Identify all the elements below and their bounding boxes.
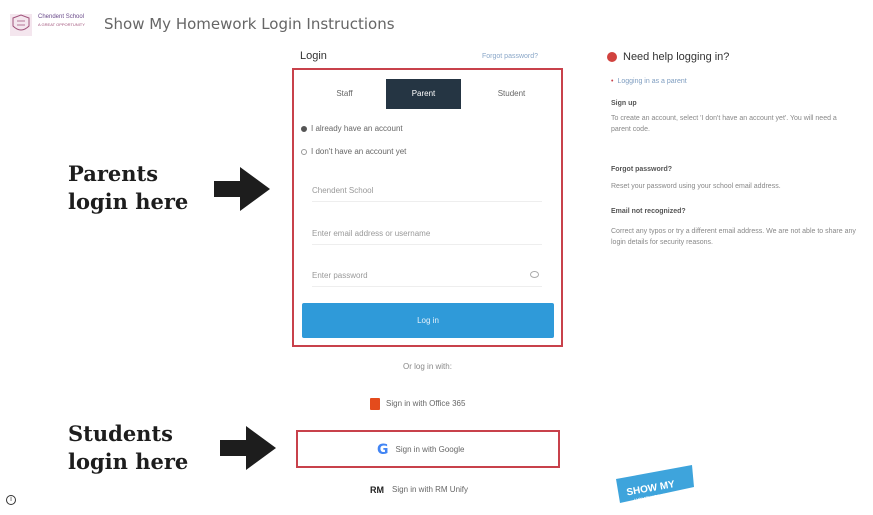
tab-staff[interactable]: Staff bbox=[307, 79, 382, 109]
forgot-password-link[interactable]: Forgot password? bbox=[482, 53, 538, 60]
help-title: Need help logging in? bbox=[607, 51, 729, 63]
help-forgot-text: Reset your password using your school em… bbox=[611, 183, 781, 190]
office365-icon bbox=[370, 398, 380, 410]
radio-no-account-label: I don't have an account yet bbox=[311, 147, 407, 156]
radio-selected-icon bbox=[301, 125, 307, 132]
tab-student[interactable]: Student bbox=[474, 79, 549, 109]
help-signup-text: To create an account, select 'I don't ha… bbox=[611, 115, 837, 133]
school-crest-icon bbox=[10, 14, 32, 36]
radio-unselected-icon bbox=[301, 148, 307, 155]
login-button[interactable]: Log in bbox=[302, 303, 554, 338]
google-signin-button[interactable]: G Sign in with Google bbox=[377, 442, 464, 458]
office365-signin-button[interactable]: Sign in with Office 365 bbox=[370, 398, 465, 410]
parents-annotation: Parents login here bbox=[68, 161, 189, 214]
school-tagline: A GREAT OPPORTUNITY bbox=[38, 22, 85, 27]
google-label: Sign in with Google bbox=[395, 445, 465, 455]
radio-have-account-label: I already have an account bbox=[311, 124, 403, 133]
help-forgot-heading: Forgot password? bbox=[611, 166, 673, 173]
students-annotation: Students login here bbox=[68, 421, 189, 474]
help-email-text: Correct any typos or try a different ema… bbox=[611, 228, 856, 246]
tab-parent[interactable]: Parent bbox=[386, 79, 461, 109]
help-signup-heading: Sign up bbox=[611, 100, 637, 107]
alert-icon bbox=[607, 52, 617, 63]
info-icon[interactable]: i bbox=[6, 495, 16, 505]
or-login-text: Or log in with: bbox=[403, 362, 452, 371]
help-link-parent[interactable]: • Logging in as a parent bbox=[611, 78, 687, 85]
show-password-icon[interactable] bbox=[530, 271, 539, 278]
password-field[interactable]: Enter password bbox=[312, 265, 542, 287]
rm-unify-label: Sign in with RM Unify bbox=[392, 485, 469, 495]
arrow-right-icon bbox=[220, 426, 276, 470]
help-email-heading: Email not recognized? bbox=[611, 208, 686, 215]
role-tabs: Staff Parent Student bbox=[302, 79, 553, 109]
help-title-text: Need help logging in? bbox=[623, 51, 730, 63]
rm-unify-signin-button[interactable]: RM Sign in with RM Unify bbox=[370, 485, 468, 495]
page-title: Show My Homework Login Instructions bbox=[104, 15, 395, 33]
show-my-homework-logo: SHOW MY HOMEWORK bbox=[616, 465, 694, 504]
help-link-label: Logging in as a parent bbox=[617, 78, 687, 85]
page-header: Chendent School A GREAT OPPORTUNITY Show… bbox=[0, 0, 873, 50]
rm-unify-icon: RM bbox=[370, 485, 384, 495]
google-icon: G bbox=[377, 442, 389, 458]
radio-have-account[interactable]: I already have an account bbox=[301, 124, 403, 133]
radio-no-account[interactable]: I don't have an account yet bbox=[301, 147, 406, 156]
email-field[interactable]: Enter email address or username bbox=[312, 223, 542, 245]
arrow-right-icon bbox=[214, 167, 270, 211]
school-field[interactable]: Chendent School bbox=[312, 180, 542, 202]
school-name: Chendent School bbox=[38, 14, 85, 20]
bullet-icon: • bbox=[611, 78, 614, 85]
login-heading: Login bbox=[300, 50, 327, 62]
office365-label: Sign in with Office 365 bbox=[386, 399, 466, 409]
